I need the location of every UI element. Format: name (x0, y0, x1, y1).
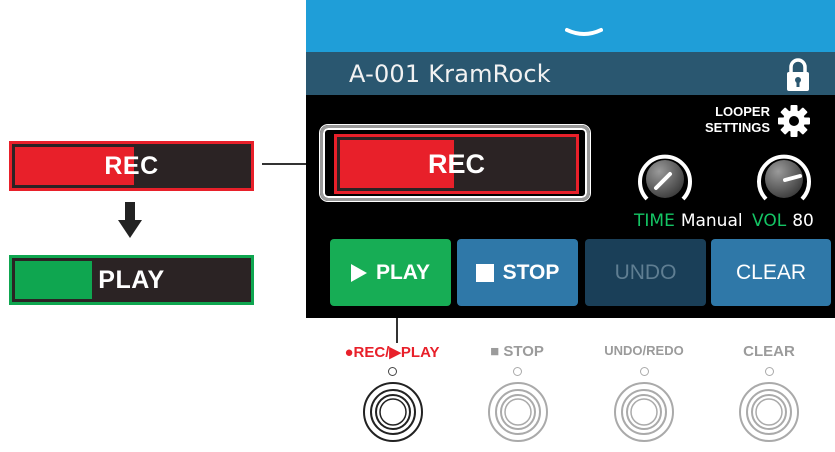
undo-button[interactable]: UNDO (585, 239, 706, 306)
lock-icon[interactable] (785, 57, 811, 93)
arrow-down-icon (118, 202, 142, 238)
screen-rec-bar[interactable]: REC (334, 134, 579, 194)
vol-knob[interactable] (755, 150, 813, 208)
patch-name[interactable]: A-001 KramRock (349, 60, 551, 88)
legend-play-bar: PLAY (9, 255, 254, 305)
play-button-label: PLAY (375, 260, 431, 284)
looper-settings-line2: SETTINGS (704, 120, 770, 135)
undo-button-label: UNDO (614, 260, 677, 284)
vol-readout: VOL 80 (752, 211, 814, 231)
looper-settings-line1: LOOPER (715, 104, 770, 119)
looper-settings-label[interactable]: LOOPER SETTINGS (698, 104, 770, 136)
legend-rec-label: REC (104, 151, 159, 180)
footswitch-icon[interactable] (737, 380, 801, 444)
footswitch-icon[interactable] (612, 380, 676, 444)
time-readout: TIME Manual (634, 211, 743, 231)
stop-button[interactable]: STOP (457, 239, 578, 306)
led-undo-redo (640, 367, 649, 376)
device-screen: A-001 KramRock LOOPER SETTINGS REC TIME … (306, 0, 835, 318)
footswitch-icon[interactable] (486, 380, 550, 444)
led-rec-play (388, 367, 397, 376)
clear-button[interactable]: CLEAR (711, 239, 831, 306)
footswitch-undo-redo-label: UNDO/REDO (604, 343, 684, 358)
time-knob[interactable] (636, 150, 694, 208)
clear-button-label: CLEAR (735, 260, 807, 284)
legend-play-label: PLAY (98, 265, 165, 294)
stop-icon (475, 263, 494, 282)
footswitch-icon[interactable] (361, 380, 425, 444)
vol-value: 80 (792, 211, 814, 231)
led-stop (513, 367, 522, 376)
legend-rec-bar: REC (9, 141, 254, 191)
play-button[interactable]: PLAY (330, 239, 451, 306)
stop-button-label: STOP (502, 260, 560, 284)
footswitch-rec-play-label: ●REC/▶PLAY (344, 344, 440, 361)
time-key: TIME (634, 211, 675, 231)
vol-key: VOL (752, 211, 787, 231)
play-icon (350, 263, 367, 282)
gear-icon[interactable] (777, 104, 811, 138)
led-clear (765, 367, 774, 376)
screen-rec-label: REC (427, 148, 485, 179)
time-value: Manual (680, 211, 743, 231)
footswitch-stop-label: ■ STOP (490, 343, 544, 360)
footswitch-clear-label: CLEAR (743, 343, 795, 360)
top-strip[interactable] (306, 0, 835, 52)
chevron-down-icon[interactable] (565, 27, 603, 39)
